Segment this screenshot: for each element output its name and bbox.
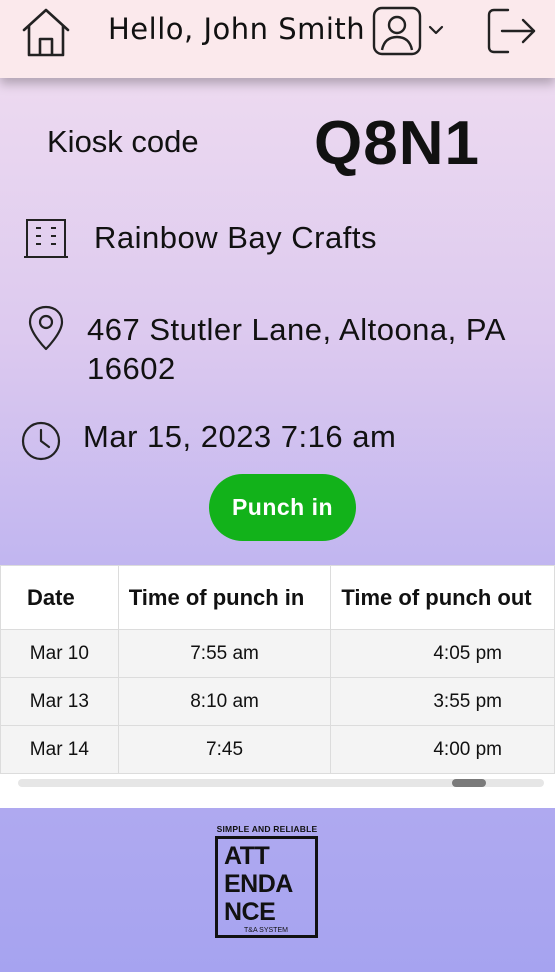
clock-icon [20,420,62,462]
cell-punch-in: 7:55 am [117,629,332,678]
cell-date: Mar 13 [0,677,119,726]
address-line-1: 467 Stutler Lane, Altoona, PA [87,312,506,347]
cell-punch-in: 7:45 [117,725,332,774]
kiosk-code-value: Q8N1 [314,109,480,178]
greeting-text: Hello, John Smith [108,12,366,46]
logo-line-1: ATT [224,842,270,870]
logo-subtitle: T&A SYSTEM [244,927,288,934]
user-menu-button[interactable] [372,6,422,56]
cell-punch-out: 4:05 pm [330,629,555,678]
home-icon [22,8,70,57]
address-line-2: 16602 [87,351,176,386]
current-datetime: Mar 15, 2023 7:16 am [83,419,397,454]
location-pin-icon [26,305,66,351]
table-row: Mar 14 7:45 4:00 pm [0,725,555,774]
business-name: Rainbow Bay Crafts [94,220,377,255]
punch-history-table[interactable]: Date Time of punch in Time of punch out … [0,565,555,808]
logo-tagline: SIMPLE AND RELIABLE [216,824,318,834]
attendance-logo: SIMPLE AND RELIABLE ATT ENDA NCE T&A SYS… [214,824,320,940]
punch-in-button[interactable]: Punch in [209,474,356,541]
logo-line-2: ENDA [224,870,293,898]
logo-box: ATT ENDA NCE T&A SYSTEM [215,836,318,938]
table-row: Mar 10 7:55 am 4:05 pm [0,629,555,678]
chevron-down-icon [428,25,444,35]
scrollbar-thumb[interactable] [452,779,486,787]
logo-line-3: NCE [224,898,276,926]
logout-button[interactable] [486,6,538,56]
horizontal-scrollbar[interactable] [18,779,544,787]
column-header-punch-out: Time of punch out [330,565,555,630]
table-row: Mar 13 8:10 am 3:55 pm [0,677,555,726]
column-header-punch-in: Time of punch in [117,565,332,630]
column-header-date: Date [0,565,119,630]
building-icon [24,217,68,259]
cell-punch-in: 8:10 am [117,677,332,726]
cell-date: Mar 14 [0,725,119,774]
cell-punch-out: 4:00 pm [330,725,555,774]
cell-punch-out: 3:55 pm [330,677,555,726]
home-button[interactable] [20,6,72,58]
user-menu-dropdown[interactable] [428,24,444,36]
logout-icon [487,8,536,54]
table-header-row: Date Time of punch in Time of punch out [0,565,555,630]
kiosk-code-label: Kiosk code [47,124,199,159]
top-bar: Hello, John Smith [0,0,555,78]
cell-date: Mar 10 [0,629,119,678]
user-avatar-icon [372,6,422,56]
